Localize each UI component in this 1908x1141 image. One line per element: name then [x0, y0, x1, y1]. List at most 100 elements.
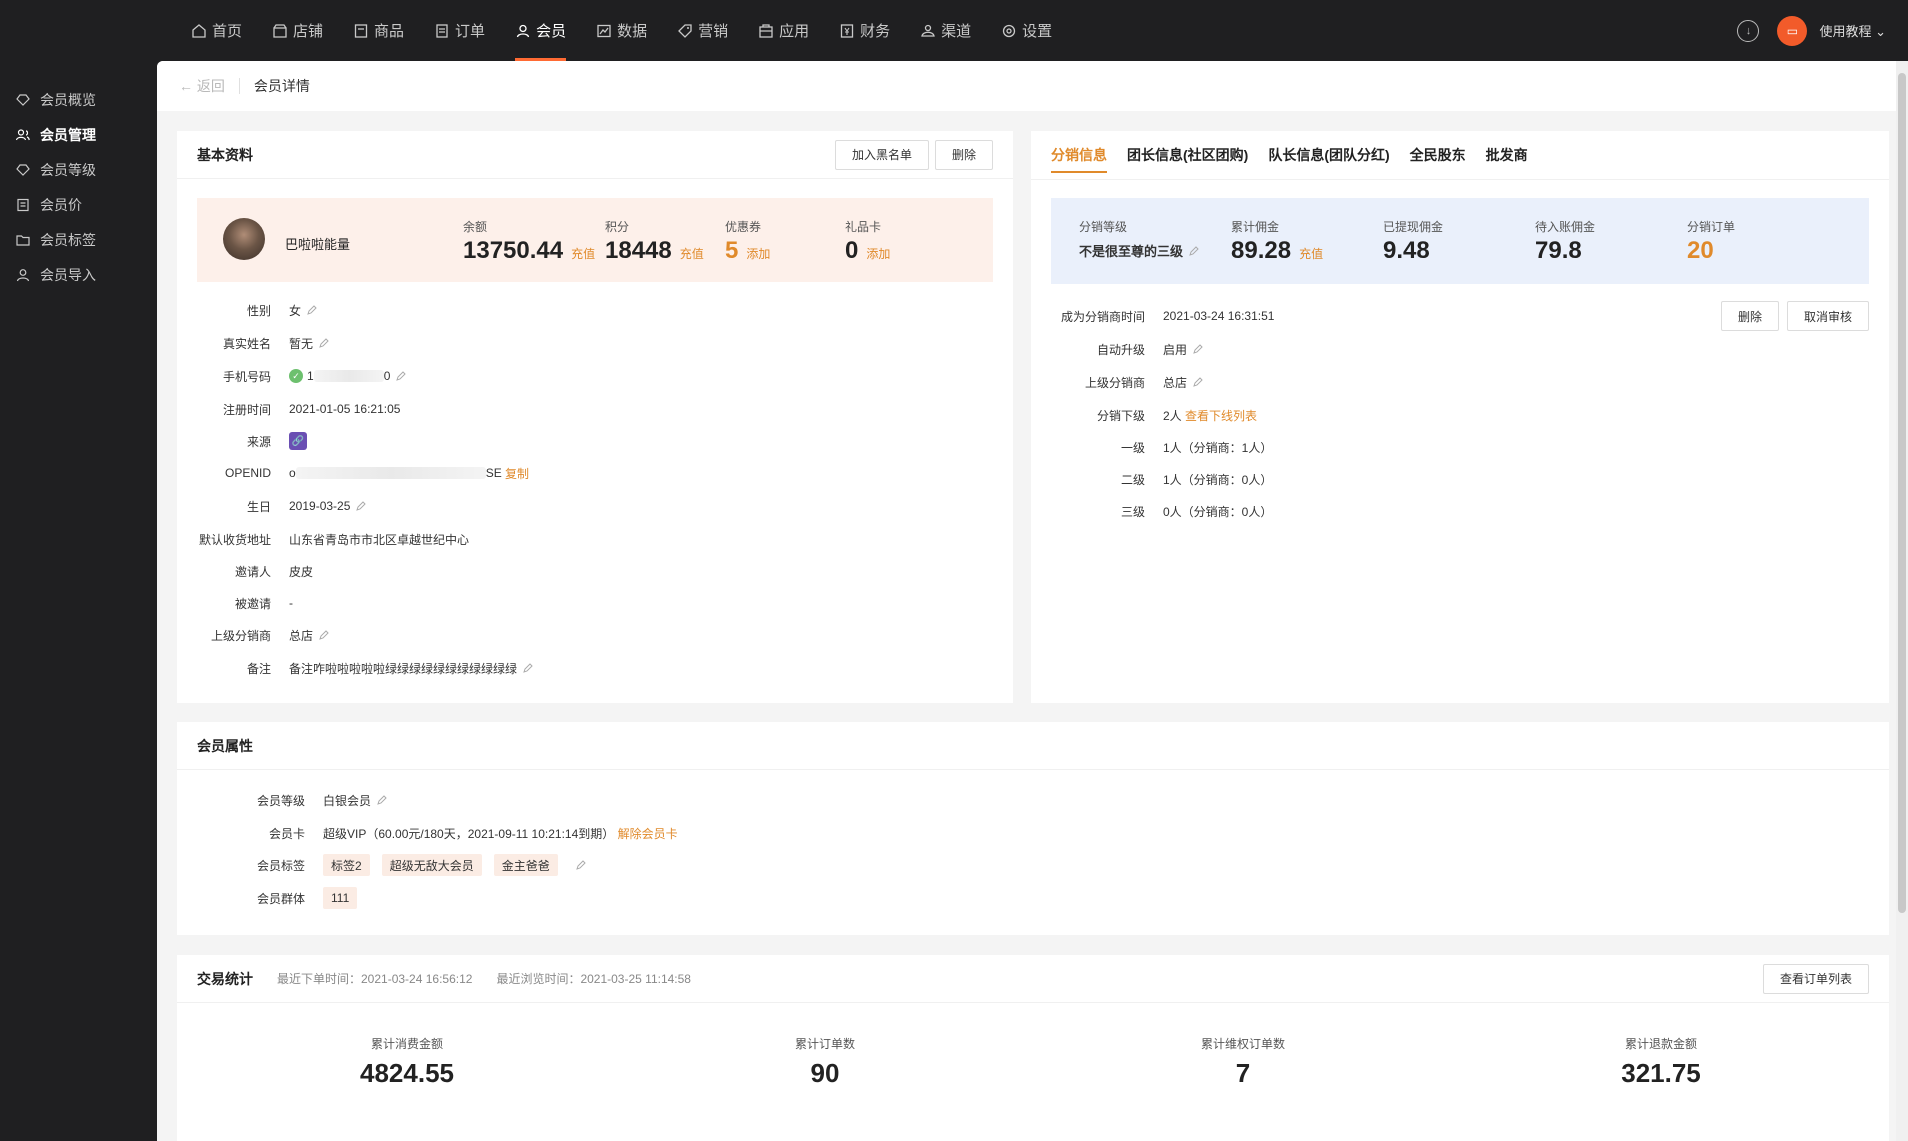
edit-icon[interactable] — [1189, 245, 1199, 256]
info-value: 山东省青岛市市北区卓越世纪中心 — [289, 532, 470, 547]
main-content: ← 返回 会员详情 基本资料 加入黑名单 删除 巴啦啦能量 余额 13750.44… — [157, 61, 1908, 1141]
info-value: 1人（分销商：0人） — [1163, 472, 1273, 487]
edit-icon[interactable] — [377, 795, 387, 805]
nav-store[interactable]: 店铺 — [257, 0, 338, 61]
add-giftcard-link[interactable]: 添加 — [866, 245, 890, 262]
tab-group-leader[interactable]: 团长信息(社区团购) — [1127, 131, 1248, 179]
sidebar-item-manage[interactable]: 会员管理 — [0, 117, 157, 152]
nav-label: 订单 — [455, 23, 486, 40]
edit-icon[interactable] — [575, 860, 586, 870]
nav-data[interactable]: 数据 — [581, 0, 662, 61]
page-title: 会员详情 — [253, 78, 310, 94]
nav-channel[interactable]: 渠道 — [905, 0, 986, 61]
stat-value: 321.75 — [1621, 1058, 1701, 1088]
top-navbar: 首页 店铺 商品 订单 会员 数据 营销 应用 财务 渠道 设置 ↓ ▭ 使用教… — [0, 0, 1908, 61]
edit-icon[interactable] — [1193, 344, 1203, 354]
delete-button[interactable]: 删除 — [934, 139, 993, 170]
info-row-address: 默认收货地址 山东省青岛市市北区卓越世纪中心 — [177, 529, 469, 549]
main-nav: 首页 店铺 商品 订单 会员 数据 营销 应用 财务 渠道 设置 — [176, 0, 1067, 61]
edit-icon[interactable] — [356, 501, 367, 511]
copy-link[interactable]: 复制 — [505, 465, 529, 482]
info-key: 注册时间 — [222, 402, 271, 417]
download-icon[interactable]: ↓ — [1737, 19, 1760, 42]
info-key: 默认收货地址 — [198, 532, 271, 547]
stat-value: 9.48 — [1383, 237, 1430, 264]
folder-icon — [16, 233, 30, 247]
scrollbar[interactable] — [1896, 61, 1908, 1141]
phone-start: 1 — [307, 369, 314, 383]
chart-icon — [596, 23, 612, 39]
nav-label: 应用 — [779, 23, 810, 40]
tab-wholesaler[interactable]: 批发商 — [1486, 131, 1528, 179]
info-value: 总店 — [289, 628, 314, 643]
inviter-link[interactable]: 皮皮 — [289, 563, 313, 580]
cancel-audit-button[interactable]: 取消审核 — [1787, 301, 1870, 331]
gear-icon — [1001, 23, 1017, 39]
edit-icon[interactable] — [396, 371, 407, 381]
dist-row-level2: 二级 1人（分销商：0人） — [1051, 469, 1272, 489]
recharge-commission-link[interactable]: 充值 — [1299, 245, 1323, 262]
tab-distribution-info[interactable]: 分销信息 — [1051, 131, 1107, 179]
edit-icon[interactable] — [319, 338, 329, 348]
divider — [1031, 179, 1889, 180]
dist-delete-button[interactable]: 删除 — [1721, 301, 1780, 331]
recharge-points-link[interactable]: 充值 — [680, 245, 704, 262]
nav-member[interactable]: 会员 — [500, 0, 581, 61]
sidebar-item-price[interactable]: 会员价 — [0, 187, 157, 222]
dist-row-autoup: 自动升级 启用 — [1051, 339, 1203, 359]
scrollbar-thumb[interactable] — [1898, 73, 1906, 913]
sidebar-item-tags[interactable]: 会员标签 — [0, 222, 157, 257]
nickname: 巴啦啦能量 — [285, 237, 351, 252]
edit-icon[interactable] — [523, 663, 533, 673]
tab-shareholder[interactable]: 全民股东 — [1410, 131, 1466, 179]
info-key: 备注 — [246, 661, 271, 676]
view-downline-link[interactable]: 查看下线列表 — [1185, 407, 1257, 424]
remove-card-link[interactable]: 解除会员卡 — [618, 825, 678, 842]
channel-icon — [920, 23, 936, 39]
user-avatar[interactable]: ▭ — [1777, 15, 1808, 46]
help-menu[interactable]: 使用教程 ⌄ — [1819, 21, 1886, 40]
sidebar-item-level[interactable]: 会员等级 — [0, 152, 157, 187]
nav-goods[interactable]: 商品 — [338, 0, 419, 61]
tab-team-captain[interactable]: 队长信息(团队分红) — [1268, 131, 1389, 179]
nav-label: 渠道 — [941, 23, 972, 40]
info-value: 1人（分销商：1人） — [1163, 440, 1273, 455]
stat-label: 分销等级 — [1079, 220, 1128, 234]
view-orders-button[interactable]: 查看订单列表 — [1762, 963, 1869, 994]
stat-points: 积分 18448 充值 — [605, 218, 704, 265]
nav-settings[interactable]: 设置 — [986, 0, 1067, 61]
add-coupon-link[interactable]: 添加 — [746, 245, 770, 262]
info-value: 女 — [289, 303, 302, 318]
member-tag: 超级无敌大会员 — [381, 854, 482, 876]
recharge-balance-link[interactable]: 充值 — [571, 245, 595, 262]
info-key: 会员群体 — [256, 891, 305, 906]
stat-value: 89.28 — [1231, 237, 1292, 264]
stat-value: 20 — [1687, 237, 1714, 264]
info-value: 2人 — [1163, 408, 1182, 423]
store-icon — [272, 23, 288, 39]
stat-pending: 待入账佣金 79.8 — [1535, 218, 1595, 265]
nav-app[interactable]: 应用 — [743, 0, 824, 61]
info-key: 来源 — [246, 434, 271, 449]
last-visit-time: 最近浏览时间：2021-03-25 11:14:58 — [496, 972, 691, 986]
info-row-invited: 被邀请 - — [177, 593, 293, 613]
sidebar-item-import[interactable]: 会员导入 — [0, 257, 157, 292]
nav-order[interactable]: 订单 — [419, 0, 500, 61]
edit-icon[interactable] — [1193, 377, 1203, 387]
info-key: 性别 — [246, 303, 271, 318]
info-key: 成为分销商时间 — [1060, 309, 1145, 324]
sidebar-item-overview[interactable]: 会员概览 — [0, 82, 157, 117]
nav-marketing[interactable]: 营销 — [662, 0, 743, 61]
back-button[interactable]: ← 返回 — [179, 76, 225, 96]
blacklist-button[interactable]: 加入黑名单 — [834, 139, 929, 170]
edit-icon[interactable] — [307, 305, 317, 315]
dist-row-level3: 三级 0人（分销商：0人） — [1051, 501, 1272, 521]
attributes-header: 会员属性 — [177, 722, 1889, 770]
member-tag: 金主爸爸 — [493, 854, 558, 876]
edit-icon[interactable] — [319, 630, 329, 640]
trade-header: 交易统计 最近下单时间：2021-03-24 16:56:12 最近浏览时间：2… — [177, 955, 1889, 1003]
info-key: 会员等级 — [256, 793, 305, 808]
nav-home[interactable]: 首页 — [176, 0, 257, 61]
card-title: 会员属性 — [197, 737, 253, 754]
nav-finance[interactable]: 财务 — [824, 0, 905, 61]
